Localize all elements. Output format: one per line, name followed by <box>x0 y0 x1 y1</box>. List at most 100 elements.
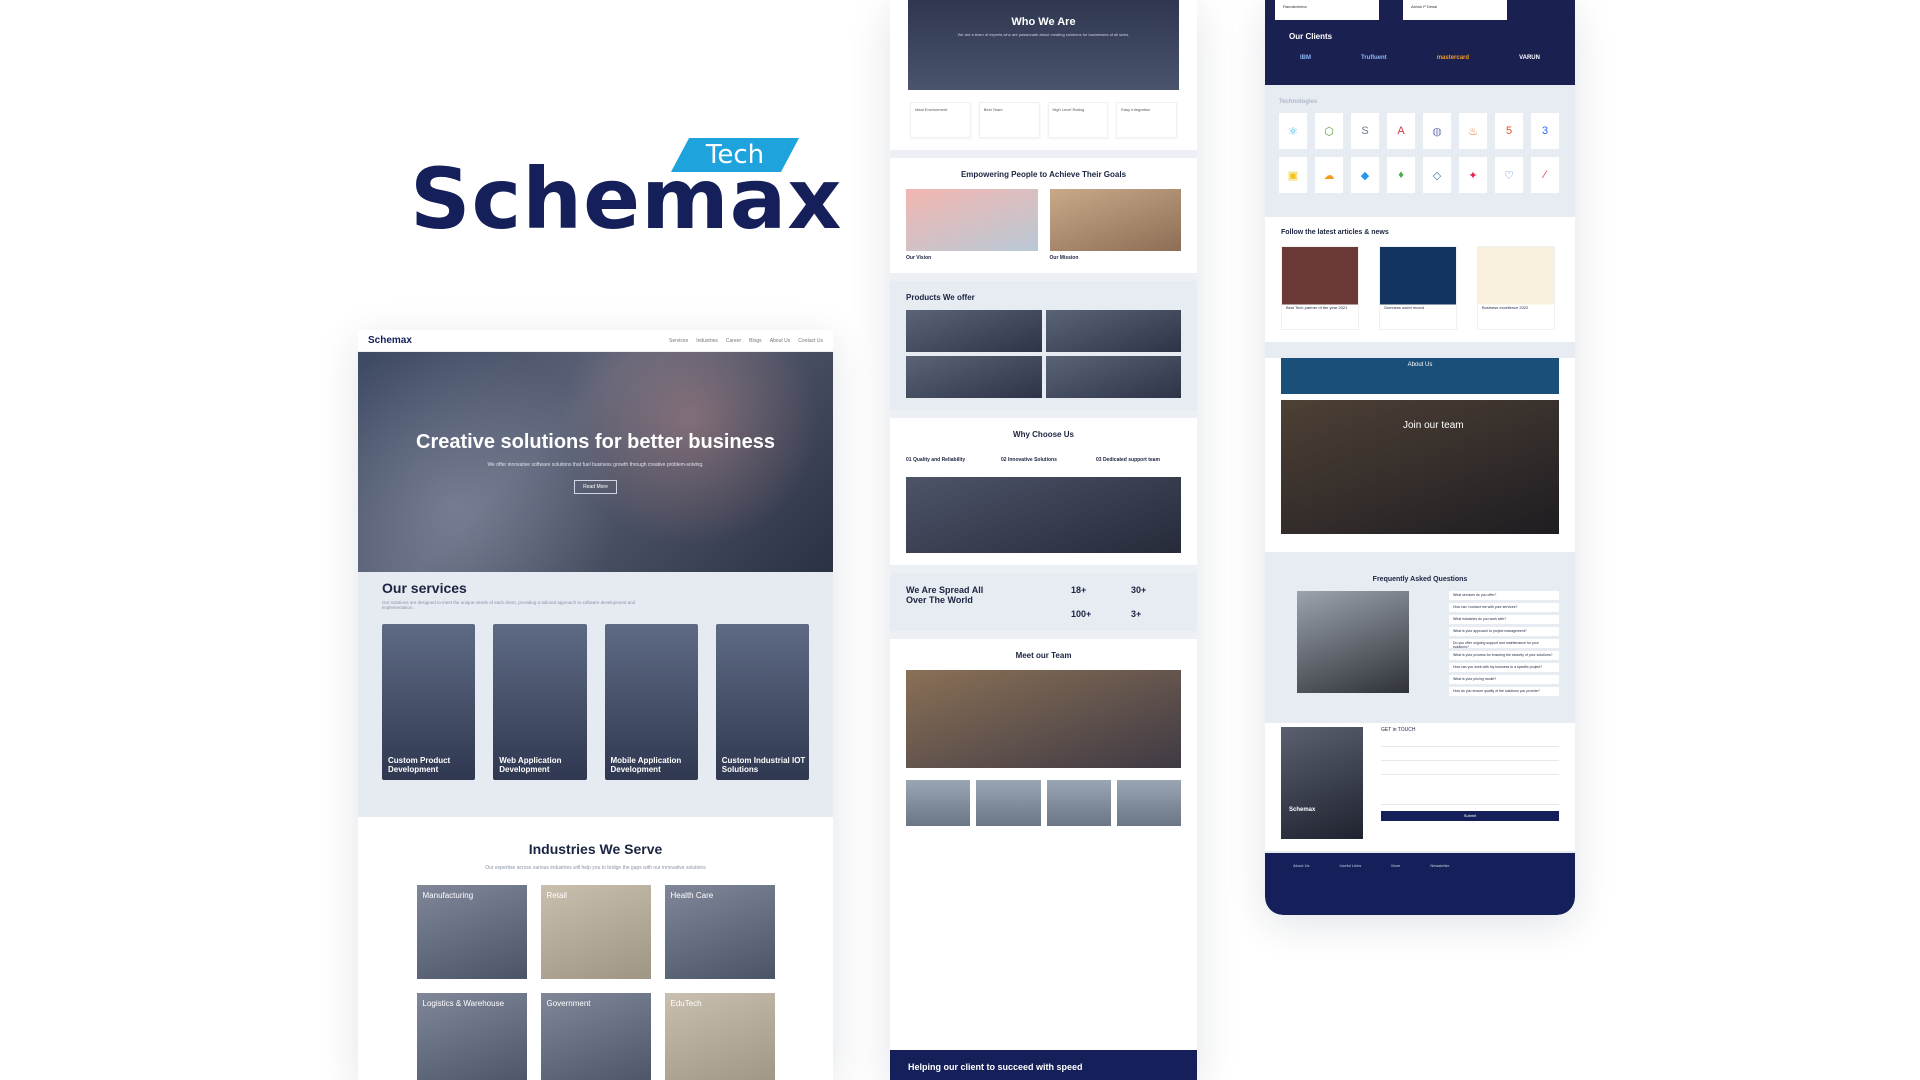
stat-value: 18+ <box>1071 585 1087 595</box>
feather-icon: ⁄ <box>1531 157 1559 193</box>
why-point: 02 Innovative Solutions <box>1001 457 1057 463</box>
nav-brand[interactable]: Schemax <box>368 335 412 346</box>
products-grid <box>906 310 1181 398</box>
news-card[interactable]: Best Tech partner of the year 2021 <box>1281 246 1359 330</box>
name-field[interactable] <box>1381 739 1559 747</box>
stat-value: 30+ <box>1131 585 1147 595</box>
cta-footer: Helping our client to succeed with speed <box>890 1050 1197 1080</box>
hero-subtitle: We offer innovative software solutions t… <box>487 461 704 468</box>
news-card[interactable]: Guinness world record <box>1379 246 1457 330</box>
news-cards: Best Tech partner of the year 2021 Guinn… <box>1281 246 1559 330</box>
why-title: Why Choose Us <box>1013 430 1074 439</box>
product-card[interactable] <box>906 356 1042 398</box>
spread-section: We Are Spread All Over The World 18+ 30+… <box>890 565 1197 631</box>
industry-label: EduTech <box>670 999 702 1008</box>
footer-column: About Us <box>1293 863 1310 868</box>
feature-card: High Level Rating <box>1047 102 1109 138</box>
why-point: 03 Dedicated support team <box>1096 457 1160 463</box>
industry-label: Health Care <box>670 891 714 900</box>
who-title: Who We Are <box>1011 16 1076 28</box>
service-card-label: Custom Product Development <box>388 756 451 774</box>
faq-list: What services do you offer? How can I co… <box>1449 591 1559 699</box>
product-card[interactable] <box>906 310 1042 352</box>
industry-card[interactable]: Government <box>540 993 651 1080</box>
nav-link-services[interactable]: Services <box>669 338 688 344</box>
clients-band: Ramakrishna Ashok P Desai Our Clients IB… <box>1265 0 1575 85</box>
service-card-label: Mobile Application Development <box>610 756 682 774</box>
faq-item[interactable]: How do you ensure quality of the solutio… <box>1449 687 1559 696</box>
faq-item[interactable]: How can you work with my business to a s… <box>1449 663 1559 672</box>
products-title: Products We offer <box>906 293 975 302</box>
service-card[interactable]: Mobile Application Development <box>604 624 698 780</box>
faq-item[interactable]: What is your pricing model? <box>1449 675 1559 684</box>
email-field[interactable] <box>1381 753 1559 761</box>
hero-read-more-button[interactable]: Read More <box>574 479 617 494</box>
industry-card[interactable]: Manufacturing <box>416 885 527 979</box>
mission-title: Our Mission <box>1049 255 1079 261</box>
team-members <box>906 780 1181 826</box>
angular-icon: A <box>1387 113 1415 149</box>
mission-image <box>1049 189 1181 251</box>
industry-card[interactable]: EduTech <box>664 993 775 1080</box>
message-field[interactable] <box>1381 781 1559 805</box>
site-nav: Schemax Services Industries Career Blogs… <box>358 330 833 352</box>
docker-icon: ◆ <box>1351 157 1379 193</box>
nav-link-blogs[interactable]: Blogs <box>749 338 762 344</box>
feature-card: Easy Integration <box>1116 102 1177 138</box>
phone-field[interactable] <box>1381 767 1559 775</box>
news-card[interactable]: Business excellence 2022 <box>1477 246 1555 330</box>
review-card: Ramakrishna <box>1275 0 1379 20</box>
nav-link-about[interactable]: About Us <box>770 338 791 344</box>
who-we-are-banner: Who We Are We are a team of experts who … <box>908 0 1179 90</box>
industry-label: Manufacturing <box>422 891 474 900</box>
empower-title: Empowering People to Achieve Their Goals <box>960 170 1127 179</box>
nav-link-contact[interactable]: Contact Us <box>798 338 823 344</box>
about-banner: About Us <box>1281 358 1559 394</box>
contact-image: Schemax <box>1281 727 1363 839</box>
logo-tag-text: Tech <box>705 140 765 170</box>
faq-item[interactable]: How can I contact me with your services? <box>1449 603 1559 612</box>
schemax-logo: Schemax Tech <box>410 130 841 248</box>
industry-card[interactable]: Logistics & Warehouse <box>416 993 527 1080</box>
service-card[interactable]: Web Application Development <box>493 624 587 780</box>
faq-item[interactable]: What industries do you work with? <box>1449 615 1559 624</box>
react-icon: ⚛ <box>1279 113 1307 149</box>
footer-column: More <box>1391 863 1401 868</box>
faq-item[interactable]: What is your process for ensuring the se… <box>1449 651 1559 660</box>
faq-item[interactable]: Do you offer ongoing support and mainten… <box>1449 639 1559 649</box>
review-card: Ashok P Desai <box>1403 0 1507 20</box>
industry-card[interactable]: Health Care <box>664 885 775 979</box>
clients-title: Our Clients <box>1289 32 1333 41</box>
hero-title: Creative solutions for better business <box>416 430 775 453</box>
feature-card: Best Team <box>978 102 1040 138</box>
technologies-title: Technologies <box>1279 99 1318 105</box>
industries-text: Our expertise across various industries … <box>485 865 706 871</box>
product-card[interactable] <box>1045 356 1181 398</box>
why-choose-section: Why Choose Us 01 Quality and Reliability… <box>890 410 1197 565</box>
who-text: We are a team of experts who are passion… <box>957 32 1130 37</box>
service-card[interactable]: Custom Product Development <box>382 624 476 780</box>
site-footer: About Us Useful Links More Newsletter <box>1265 853 1575 915</box>
stat-value: 3+ <box>1131 609 1142 619</box>
footer-column: Newsletter <box>1430 863 1450 868</box>
nav-link-industries[interactable]: Industries <box>696 338 718 344</box>
submit-button[interactable]: Submit <box>1381 811 1559 821</box>
contact-brand: Schemax <box>1289 807 1316 813</box>
product-card[interactable] <box>1045 310 1181 352</box>
service-card-label: Web Application Development <box>499 756 562 774</box>
faq-item[interactable]: What services do you offer? <box>1449 591 1559 600</box>
faq-item[interactable]: What is your approach to project managem… <box>1449 627 1559 636</box>
css3-icon: 3 <box>1531 113 1559 149</box>
homepage-mockup: Schemax Services Industries Career Blogs… <box>358 330 833 1080</box>
empower-section: Empowering People to Achieve Their Goals… <box>890 150 1197 273</box>
aws-icon: ☁ <box>1315 157 1343 193</box>
member-photo <box>976 780 1041 826</box>
vision-title: Our Vision <box>906 255 932 261</box>
vue-icon: ♡ <box>1495 157 1523 193</box>
nav-link-career[interactable]: Career <box>726 338 741 344</box>
industry-card[interactable]: Retail <box>540 885 651 979</box>
footer-column: Useful Links <box>1339 863 1362 868</box>
service-card[interactable]: Custom Industrial IOT Solutions <box>715 624 809 780</box>
contact-form: GET in TOUCH Submit <box>1381 727 1559 847</box>
php-icon: ◍ <box>1423 113 1451 149</box>
